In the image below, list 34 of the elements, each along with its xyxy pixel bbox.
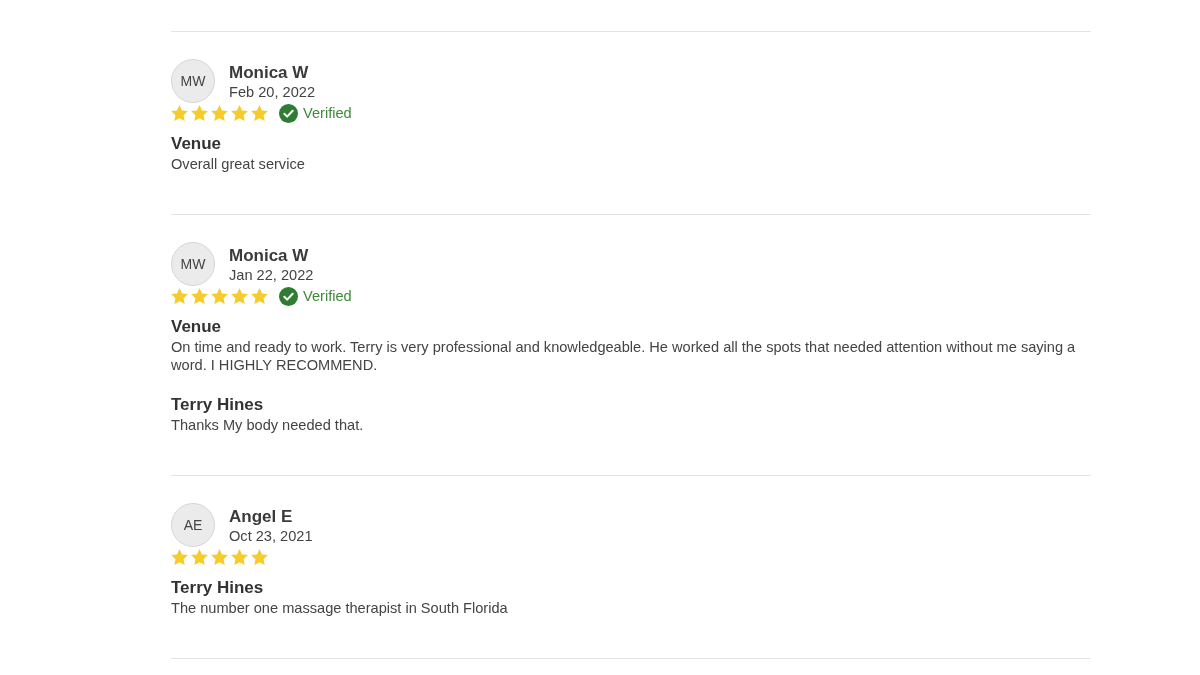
- avatar: MW: [171, 59, 215, 103]
- reviewer-name: Monica W: [229, 246, 310, 266]
- star-icon: [251, 105, 268, 121]
- star-icon: [171, 105, 188, 121]
- star-icon: [231, 105, 248, 121]
- review-date: Feb 20, 2022: [229, 83, 315, 101]
- avatar: AE: [171, 503, 215, 547]
- review-text: The number one massage therapist in South Florida: [171, 599, 509, 617]
- star-icon: [211, 105, 228, 121]
- star-icon: [191, 288, 208, 304]
- star-icon: [231, 288, 248, 304]
- review-date: Jan 22, 2022: [229, 266, 314, 284]
- star-icon: [171, 288, 188, 304]
- reviewer-name: Monica W: [229, 63, 310, 83]
- reviewer-name: Angel E: [229, 507, 294, 527]
- star-icon: [191, 105, 208, 121]
- star-icon: [211, 549, 228, 565]
- review-heading: Terry Hines: [171, 394, 265, 416]
- review-heading: Terry Hines: [171, 577, 265, 599]
- review-heading: Venue: [171, 316, 223, 338]
- star-icon: [191, 549, 208, 565]
- review-date: Oct 23, 2021: [229, 527, 313, 545]
- review-heading: Venue: [171, 133, 223, 155]
- review-text: Thanks My body needed that.: [171, 416, 365, 434]
- star-icon: [251, 549, 268, 565]
- review-text: Overall great service: [171, 155, 306, 173]
- star-icon: [251, 288, 268, 304]
- verified-label: Verified: [303, 105, 352, 121]
- star-icon: [171, 549, 188, 565]
- star-icon: [231, 549, 248, 565]
- star-icon: [211, 288, 228, 304]
- verified-label: Verified: [303, 288, 352, 304]
- avatar: MW: [171, 242, 215, 286]
- review-text: On time and ready to work. Terry is very professional and knowledgeable. He worked all the spots that needed attention without me saying a word. I HIGHLY RECOMMEND.: [171, 338, 1077, 374]
